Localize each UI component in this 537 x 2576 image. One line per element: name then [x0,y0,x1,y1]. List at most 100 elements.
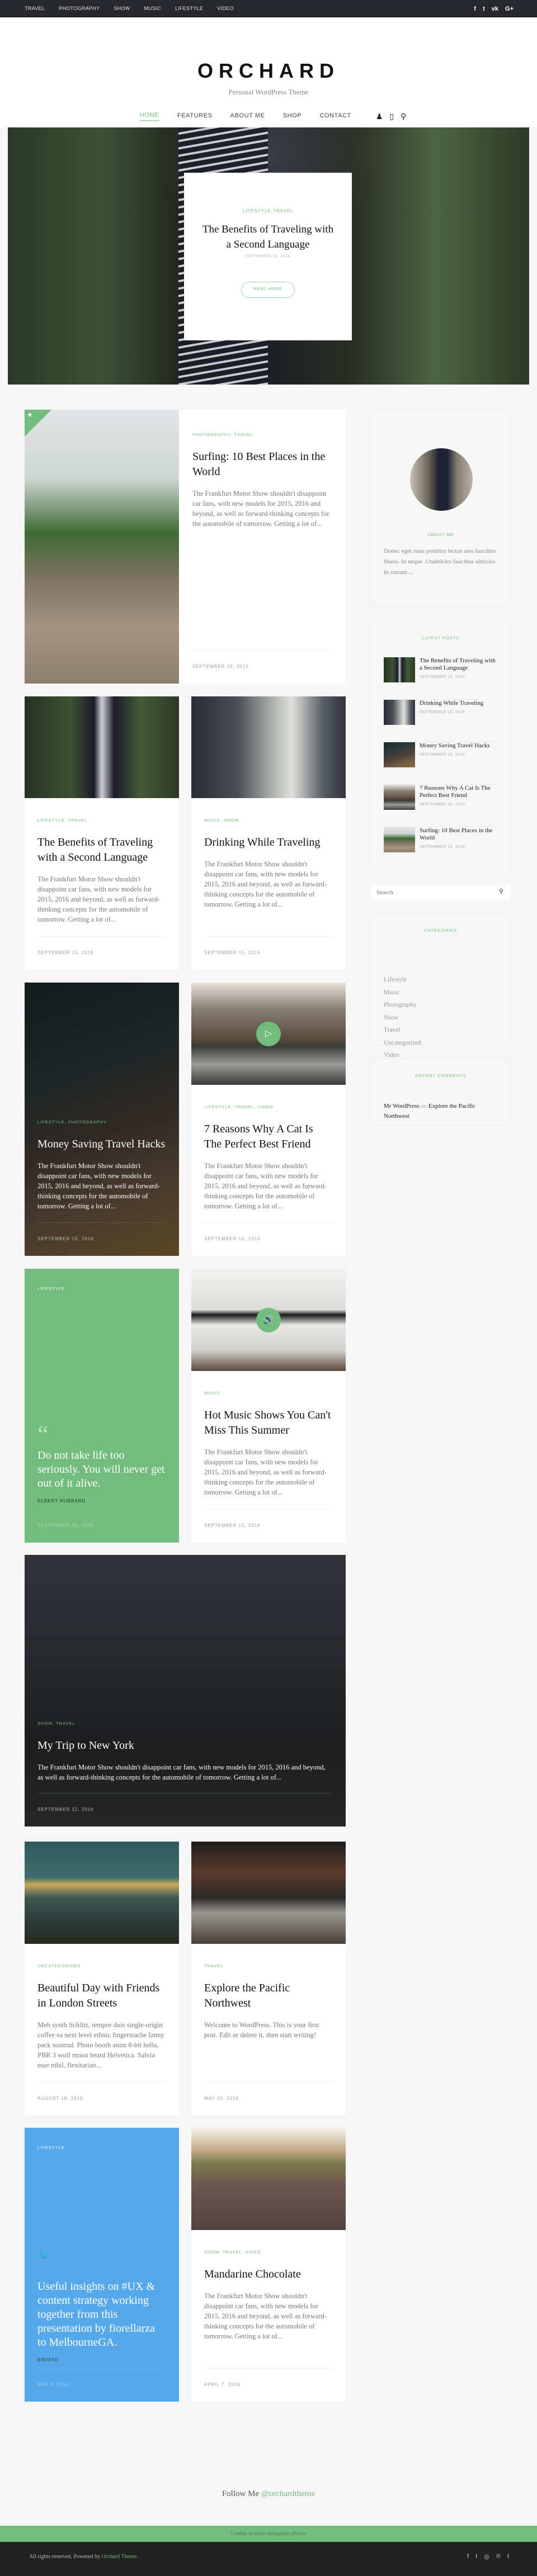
theme-link[interactable]: Orchard Theme [101,2554,136,2560]
latest-post-title[interactable]: Drinking While Traveling [420,700,499,707]
twitter-icon[interactable]: t [483,6,485,12]
nav-home[interactable]: HOME [139,112,159,121]
top-nav-lifestyle[interactable]: LIFESTYLE [175,0,203,17]
category-link[interactable]: Uncategorized [384,1037,421,1050]
comment-author[interactable]: Mr WordPress [384,1103,419,1109]
post-image[interactable] [25,410,179,684]
post-category[interactable]: SHOW, TRAVEL, VIDEO [204,2250,333,2255]
category-link[interactable]: Travel [384,1024,421,1037]
latest-post-thumbnail[interactable] [384,785,415,810]
search-input[interactable] [371,885,511,900]
hero-title[interactable]: The Benefits of Traveling with a Second … [201,222,335,252]
post-category[interactable]: LIFESTYLE, PHOTOGRAPHY [37,1119,166,1125]
facebook-icon[interactable]: f [467,2553,469,2560]
shopping-bag-icon[interactable]: ▯ [389,112,394,121]
post-title[interactable]: Mandarine Chocolate [204,2267,333,2282]
latest-post-item[interactable]: Money Saving Travel Hacks SEPTEMBER 15, 2… [384,742,499,785]
nav-about-me[interactable]: ABOUT ME [230,112,265,121]
nav-contact[interactable]: CONTACT [319,112,351,121]
play-icon[interactable]: ▷ [256,1021,281,1046]
post-title[interactable]: Beautiful Day with Friends in London Str… [37,1981,166,2011]
latest-post-title[interactable]: Money Saving Travel Hacks [420,742,499,749]
post-title[interactable]: Drinking While Traveling [204,835,333,850]
post-category[interactable]: MUSIC [204,1391,333,1396]
post-title[interactable]: Hot Music Shows You Can't Miss This Summ… [204,1408,333,1438]
post-footer: AUGUST 18, 2016 [37,2082,166,2115]
latest-post-thumbnail[interactable] [384,700,415,725]
copyright-text: All rights reserved. Powered by [29,2554,100,2560]
search-icon[interactable]: ⚲ [401,112,406,121]
post-category[interactable]: LIFESTYLE [37,1286,166,1291]
search-icon[interactable]: ⚲ [499,888,503,895]
latest-post-text: The Benefits of Traveling with a Second … [420,657,499,681]
post-footer: SEPTEMBER 15, 2016 [204,936,333,970]
post-title[interactable]: Surfing: 10 Best Places in the World [192,449,333,480]
top-nav-video[interactable]: VIDEO [217,0,234,17]
post-title[interactable]: 7 Reasons Why A Cat Is The Perfect Best … [204,1122,333,1152]
post-image[interactable] [25,696,179,798]
post-title[interactable]: Money Saving Travel Hacks [37,1137,166,1152]
post-category[interactable]: PHOTOGRAPHY, TRAVEL [192,432,333,437]
category-link[interactable]: Photography [384,999,421,1012]
category-link[interactable]: Music [384,986,421,999]
audio-icon[interactable]: 🔊 [256,1307,281,1332]
top-nav-show[interactable]: SHOW [114,0,130,17]
post-title[interactable]: Explore the Pacific Northwest [204,1981,333,2011]
latest-post-title[interactable]: The Benefits of Traveling with a Second … [420,657,499,672]
post-footer: SEPTEMBER 15, 2016 [37,1509,166,1543]
latest-post-thumbnail[interactable] [384,827,415,852]
latest-post-thumbnail[interactable] [384,742,415,767]
post-excerpt: The Frankfurt Motor Show shouldn't disap… [204,860,327,908]
latest-post-title[interactable]: 7 Reasons Why A Cat Is The Perfect Best … [420,785,499,799]
latest-post-title[interactable]: Surfing: 10 Best Places in the World [420,827,499,842]
latest-post-item[interactable]: The Benefits of Traveling with a Second … [384,657,499,700]
follow-handle[interactable]: @orchardtheme [261,2489,315,2498]
post-title[interactable]: My Trip to New York [37,1738,333,1753]
latest-post-item[interactable]: Surfing: 10 Best Places in the World SEPT… [384,827,499,870]
top-nav-photography[interactable]: PHOTOGRAPHY [59,0,100,17]
facebook-icon[interactable]: f [474,6,476,12]
post-category[interactable]: MUSIC, SHOW [204,818,333,823]
quote-block: 🐦 Useful insights on #UX & content strate… [37,2247,166,2362]
nav-features[interactable]: FEATURES [177,112,213,121]
site-logo[interactable]: ORCHARD [0,59,537,83]
post-category[interactable]: LIFESTYLE [37,2145,166,2150]
post-title[interactable]: The Benefits of Traveling with a Second … [37,835,166,865]
categories-widget: CATEGORIES Lifestyle Music Photography Show… [371,913,511,1059]
hero-category[interactable]: LIFESTYLE,TRAVEL [184,208,352,214]
pinterest-icon[interactable]: ℗ [496,2553,501,2560]
category-link[interactable]: Lifestyle [384,974,421,986]
post-image[interactable] [25,1842,179,1944]
post-card: ★ PHOTOGRAPHY, TRAVEL Surfing: 10 Best Pla… [25,410,346,684]
tumblr-icon[interactable]: t [507,2553,509,2560]
user-icon[interactable]: ♟ [376,112,383,121]
post-category[interactable]: SHOW, TRAVEL [37,1721,333,1726]
vk-icon[interactable]: vk [492,6,498,12]
top-nav-travel[interactable]: TRAVEL [25,0,45,17]
nav-shop[interactable]: SHOP [283,112,302,121]
post-image[interactable] [191,696,346,798]
post-category[interactable]: LIFESTYLE, TRAVEL, VIDEO [204,1104,333,1109]
post-category[interactable]: LIFESTYLE, TRAVEL [37,818,166,823]
latest-post-thumbnail[interactable] [384,657,415,682]
read-more-button[interactable]: READ MORE [241,282,295,298]
twitter-icon[interactable]: t [475,2553,477,2560]
post-content: PHOTOGRAPHY, TRAVEL Surfing: 10 Best Plac… [192,432,333,529]
post-image[interactable] [25,1555,346,1827]
about-text: Donec eget risus porttitor lectus ates f… [384,548,497,576]
post-footer: SEPTEMBER 15, 2016 [37,1222,166,1256]
post-footer: APRIL 7, 2016 [204,2368,333,2402]
google-plus-icon[interactable]: G+ [505,6,514,12]
post-image[interactable] [191,1842,346,1944]
latest-post-item[interactable]: 7 Reasons Why A Cat Is The Perfect Best … [384,785,499,827]
post-card: LIFESTYLE, TRAVEL The Benefits of Traveli… [25,696,179,970]
post-category[interactable]: TRAVEL [204,1963,333,1968]
instagram-bar: Unable to show Instagram photos [0,2526,537,2542]
top-nav-music[interactable]: MUSIC [144,0,162,17]
post-image[interactable] [191,2128,346,2230]
category-link[interactable]: Show [384,1012,421,1024]
instagram-icon[interactable]: ◎ [484,2553,489,2560]
post-category[interactable]: UNCATEGORIZED [37,1963,166,1968]
quote-author: ELBERT HUBBARD [37,1498,86,1503]
latest-post-item[interactable]: Drinking While Traveling SEPTEMBER 15, 20… [384,700,499,742]
